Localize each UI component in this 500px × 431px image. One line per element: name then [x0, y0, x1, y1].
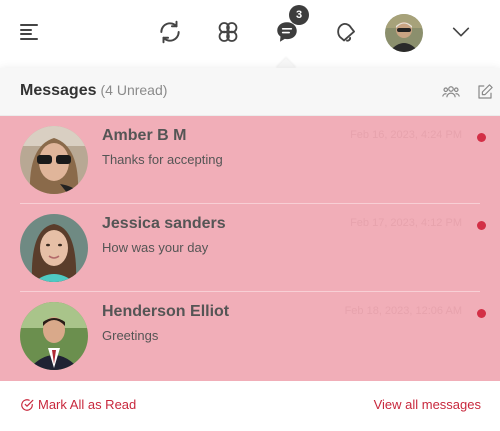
- sender-name: Henderson Elliot: [102, 303, 230, 320]
- check-circle-icon: [21, 398, 34, 411]
- messages-header: Messages (4 Unread): [0, 68, 500, 116]
- message-preview: Thanks for accepting: [102, 152, 223, 167]
- message-time: Feb 18, 2023, 12:06 AM: [344, 305, 462, 317]
- message-item[interactable]: Henderson Elliot Greetings Feb 18, 2023,…: [0, 292, 500, 380]
- avatar: [20, 126, 88, 194]
- message-preview: Greetings: [102, 328, 159, 343]
- chat-icon[interactable]: 3: [271, 5, 309, 48]
- sender-name: Amber B M: [102, 127, 187, 144]
- view-all-messages-link[interactable]: View all messages: [374, 397, 481, 412]
- menu-icon[interactable]: [13, 16, 45, 48]
- message-item[interactable]: Amber B M Thanks for accepting Feb 16, 2…: [0, 116, 500, 204]
- sender-name: Jessica sanders: [102, 215, 226, 232]
- chevron-down-icon[interactable]: [445, 16, 477, 48]
- message-time: Feb 17, 2023, 4:12 PM: [350, 217, 462, 229]
- message-time: Feb 16, 2023, 4:24 PM: [350, 129, 462, 141]
- mark-all-read-button[interactable]: Mark All as Read: [20, 397, 136, 412]
- avatar: [20, 214, 88, 282]
- user-avatar[interactable]: [385, 14, 423, 52]
- message-list: Amber B M Thanks for accepting Feb 16, 2…: [0, 116, 500, 381]
- panel-title: Messages (4 Unread): [20, 82, 167, 100]
- group-chat-icon[interactable]: [440, 81, 462, 103]
- notification-badge: 3: [289, 5, 309, 25]
- message-preview: How was your day: [102, 240, 209, 255]
- unread-dot: [477, 221, 486, 230]
- messages-footer: Mark All as Read View all messages: [0, 381, 500, 431]
- unread-dot: [477, 133, 486, 142]
- refresh-icon[interactable]: [154, 16, 186, 48]
- top-nav-bar: 3: [0, 0, 500, 66]
- messages-dropdown: Messages (4 Unread) Amber B M Thanks for …: [0, 68, 500, 431]
- message-item[interactable]: Jessica sanders How was your day Feb 17,…: [0, 204, 500, 292]
- unread-dot: [477, 309, 486, 318]
- messages-title: Messages: [20, 82, 97, 99]
- compose-icon[interactable]: [474, 81, 496, 103]
- bell-icon[interactable]: [329, 16, 361, 48]
- groups-icon[interactable]: [212, 16, 244, 48]
- avatar: [20, 302, 88, 370]
- mark-all-read-label: Mark All as Read: [38, 397, 137, 412]
- unread-count: (4 Unread): [100, 82, 168, 98]
